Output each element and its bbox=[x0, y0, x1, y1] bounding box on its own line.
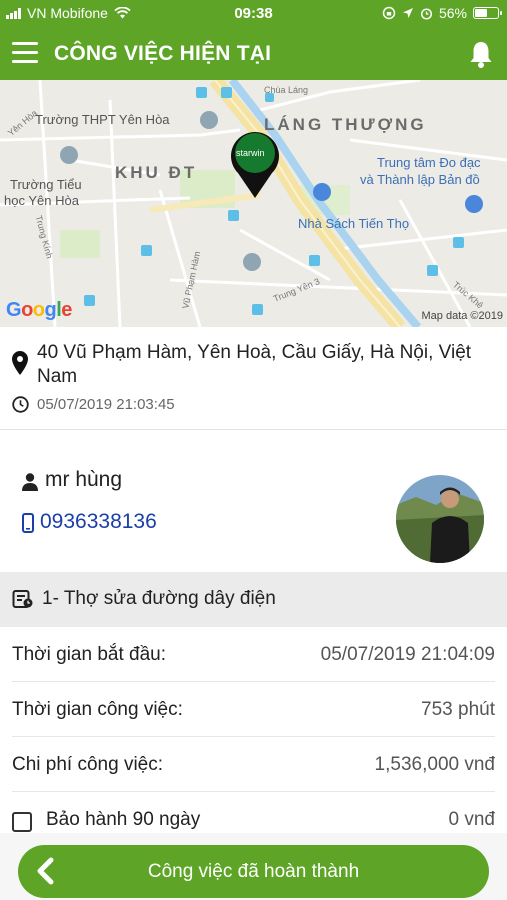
map-label: KHU ĐT bbox=[115, 163, 198, 182]
page-title: CÔNG VIỆC HIỆN TẠI bbox=[54, 42, 272, 65]
location-pin-icon bbox=[12, 351, 28, 375]
job-details-list: Thời gian bắt đầu: 05/07/2019 21:04:09 T… bbox=[0, 627, 507, 847]
person-icon bbox=[22, 473, 38, 491]
job-complete-button[interactable]: Công việc đã hoàn thành bbox=[18, 845, 489, 898]
google-logo: Google bbox=[6, 299, 72, 322]
battery-icon bbox=[473, 7, 502, 19]
status-bar: VN Mobifone 09:38 56% bbox=[0, 0, 507, 28]
map-label: Trường Tiểu bbox=[10, 177, 82, 192]
map-label: học Yên Hòa bbox=[4, 193, 79, 208]
warranty-value: 0 vnđ bbox=[448, 809, 495, 830]
map-label: LÁNG THƯỢNG bbox=[264, 115, 427, 134]
bell-icon[interactable] bbox=[467, 39, 495, 69]
job-created-time: 05/07/2019 21:03:45 bbox=[37, 396, 175, 413]
rotation-lock-icon bbox=[382, 6, 396, 20]
status-right: 56% bbox=[382, 5, 502, 21]
job-address: 40 Vũ Phạm Hàm, Yên Hoà, Cầu Giấy, Hà Nộ… bbox=[37, 342, 472, 387]
customer-section: mr hùng 0936338136 bbox=[0, 430, 507, 572]
detail-row-start-time: Thời gian bắt đầu: 05/07/2019 21:04:09 bbox=[12, 627, 495, 682]
customer-phone-link[interactable]: 0936338136 bbox=[40, 510, 157, 534]
battery-fill bbox=[475, 9, 487, 17]
detail-value: 753 phút bbox=[421, 699, 495, 720]
app-header: CÔNG VIỆC HIỆN TẠI bbox=[0, 30, 507, 78]
customer-avatar bbox=[396, 475, 484, 563]
service-header: 1- Thợ sửa đường dây điện bbox=[0, 572, 507, 627]
top-app-bar: VN Mobifone 09:38 56% CÔNG VIỆC HIỆN TẠI bbox=[0, 0, 507, 80]
menu-icon[interactable] bbox=[12, 42, 38, 64]
warranty-label: Bảo hành 90 ngày bbox=[46, 809, 201, 830]
map-label: Trường THPT Yên Hòa bbox=[35, 112, 170, 127]
job-location-section: 40 Vũ Phạm Hàm, Yên Hoà, Cầu Giấy, Hà Nộ… bbox=[0, 327, 507, 430]
detail-value: 05/07/2019 21:04:09 bbox=[320, 644, 495, 665]
location-arrow-icon bbox=[402, 8, 413, 18]
detail-row-cost: Chi phí công việc: 1,536,000 vnđ bbox=[12, 737, 495, 792]
map-marker-label: starwin bbox=[236, 148, 265, 158]
map-label: Nhà Sách Tiến Thọ bbox=[298, 216, 410, 231]
detail-value: 1,536,000 vnđ bbox=[374, 754, 495, 775]
map-attribution: Map data ©2019 bbox=[421, 310, 504, 322]
google-logo-text: Google bbox=[6, 299, 72, 321]
map-label: và Thành lập Bản đồ bbox=[360, 172, 480, 187]
map-view[interactable]: Trường THPT Yên Hòa KHU ĐT LÁNG THƯỢNG C… bbox=[0, 80, 507, 327]
job-complete-label: Công việc đã hoàn thành bbox=[147, 861, 360, 882]
clock-icon bbox=[12, 396, 29, 413]
detail-label: Chi phí công việc: bbox=[12, 754, 164, 775]
service-title: 1- Thợ sửa đường dây điện bbox=[42, 588, 276, 609]
detail-label: Thời gian công việc: bbox=[12, 699, 183, 720]
warranty-checkbox[interactable] bbox=[12, 812, 32, 832]
phone-icon bbox=[22, 513, 34, 533]
bottom-action-bar: Công việc đã hoàn thành bbox=[0, 833, 507, 900]
map-label: Trung tâm Đo đạc bbox=[377, 155, 481, 170]
detail-row-duration: Thời gian công việc: 753 phút bbox=[12, 682, 495, 737]
alarm-icon bbox=[420, 7, 433, 20]
map-label: Chùa Láng bbox=[264, 85, 309, 95]
battery-percent: 56% bbox=[438, 5, 467, 21]
detail-label: Thời gian bắt đầu: bbox=[12, 644, 167, 665]
customer-name: mr hùng bbox=[45, 468, 123, 491]
service-list-icon bbox=[12, 590, 33, 608]
